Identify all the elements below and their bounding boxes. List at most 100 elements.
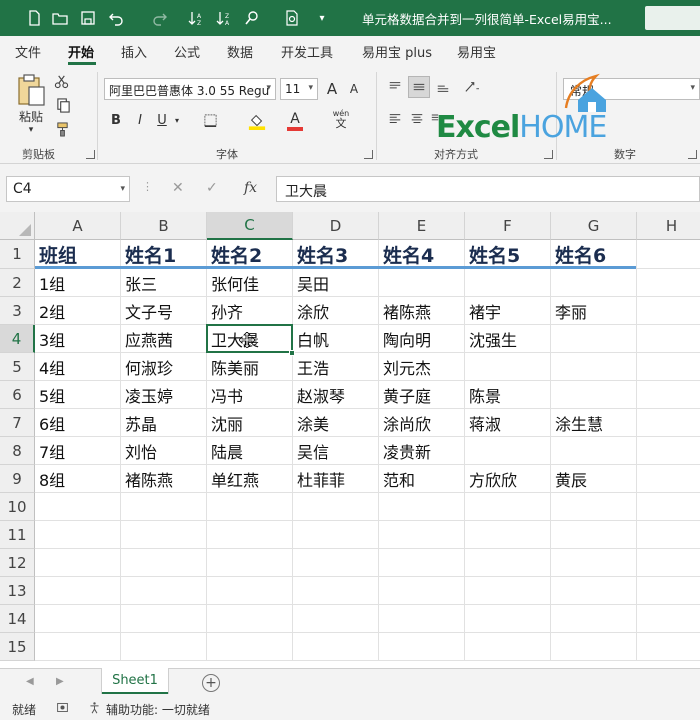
- row-header-4[interactable]: 4: [0, 325, 35, 353]
- cell-a12[interactable]: [35, 549, 121, 577]
- cell-g9[interactable]: 黄辰: [551, 465, 637, 493]
- cell-b1[interactable]: 姓名1: [121, 240, 207, 269]
- column-header-h[interactable]: H: [637, 212, 700, 240]
- copy-icon[interactable]: [52, 96, 74, 114]
- insert-function-icon[interactable]: fx: [244, 180, 257, 196]
- cell-a4[interactable]: 3组: [35, 325, 121, 353]
- paste-dropdown-icon[interactable]: ▾: [24, 124, 38, 136]
- customize-toolbar-icon[interactable]: ▾: [312, 8, 332, 28]
- cell-g10[interactable]: [551, 493, 637, 521]
- cell-g7[interactable]: 涂生慧: [551, 409, 637, 437]
- font-launcher-icon[interactable]: [364, 150, 373, 159]
- cell-d9[interactable]: 杜菲菲: [293, 465, 379, 493]
- find-icon[interactable]: [242, 8, 262, 28]
- tab-easytool[interactable]: 易用宝: [457, 42, 496, 61]
- cancel-icon[interactable]: ✕: [172, 180, 184, 196]
- cell-e9[interactable]: 范和: [379, 465, 465, 493]
- cell-e10[interactable]: [379, 493, 465, 521]
- cell-e8[interactable]: 凌贵新: [379, 437, 465, 465]
- alignment-launcher-icon[interactable]: [544, 150, 553, 159]
- cell-a10[interactable]: [35, 493, 121, 521]
- cell-g5[interactable]: [551, 353, 637, 381]
- cell-e5[interactable]: 刘元杰: [379, 353, 465, 381]
- column-header-e[interactable]: E: [379, 212, 465, 240]
- cell-e13[interactable]: [379, 577, 465, 605]
- cell-a8[interactable]: 7组: [35, 437, 121, 465]
- cell-d10[interactable]: [293, 493, 379, 521]
- cell-c9[interactable]: 单红燕: [207, 465, 293, 493]
- cell-a7[interactable]: 6组: [35, 409, 121, 437]
- cell-a13[interactable]: [35, 577, 121, 605]
- align-top-icon[interactable]: [386, 78, 404, 96]
- cell-b15[interactable]: [121, 633, 207, 661]
- row-header-10[interactable]: 10: [0, 493, 35, 521]
- tab-home[interactable]: 开始: [68, 42, 94, 61]
- cell-c10[interactable]: [207, 493, 293, 521]
- column-header-g[interactable]: G: [551, 212, 637, 240]
- tab-easytool-plus[interactable]: 易用宝 plus: [362, 42, 432, 61]
- next-sheet-icon[interactable]: ▶: [56, 676, 64, 687]
- cell-a14[interactable]: [35, 605, 121, 633]
- cell-a15[interactable]: [35, 633, 121, 661]
- row-header-3[interactable]: 3: [0, 297, 35, 325]
- cell-h15[interactable]: [637, 633, 700, 661]
- select-all-corner[interactable]: [0, 212, 35, 240]
- cell-b2[interactable]: 张三: [121, 269, 207, 297]
- orientation-icon[interactable]: [458, 76, 486, 98]
- italic-button[interactable]: I: [132, 110, 148, 130]
- save-icon[interactable]: [78, 8, 98, 28]
- tab-file[interactable]: 文件: [15, 42, 41, 61]
- column-header-b[interactable]: B: [121, 212, 207, 240]
- enter-icon[interactable]: ✓: [206, 180, 218, 196]
- bold-button[interactable]: B: [108, 110, 124, 130]
- cell-f1[interactable]: 姓名5: [465, 240, 551, 269]
- cell-d8[interactable]: 吴信: [293, 437, 379, 465]
- cell-f3[interactable]: 褚宇: [465, 297, 551, 325]
- borders-icon[interactable]: [198, 110, 222, 130]
- cell-b13[interactable]: [121, 577, 207, 605]
- cell-d12[interactable]: [293, 549, 379, 577]
- cell-d11[interactable]: [293, 521, 379, 549]
- open-folder-icon[interactable]: [50, 8, 70, 28]
- cell-a9[interactable]: 8组: [35, 465, 121, 493]
- cell-b7[interactable]: 苏晶: [121, 409, 207, 437]
- decrease-font-icon[interactable]: A: [344, 78, 364, 100]
- cell-d6[interactable]: 赵淑琴: [293, 381, 379, 409]
- number-launcher-icon[interactable]: [688, 150, 697, 159]
- search-box[interactable]: [645, 6, 700, 30]
- row-header-8[interactable]: 8: [0, 437, 35, 465]
- cell-c8[interactable]: 陆晨: [207, 437, 293, 465]
- cell-c3[interactable]: 孙齐: [207, 297, 293, 325]
- cell-h1[interactable]: [637, 240, 700, 269]
- phonetic-guide-icon[interactable]: wén 文: [330, 106, 352, 132]
- cell-f4[interactable]: 沈强生: [465, 325, 551, 353]
- cell-b3[interactable]: 文子号: [121, 297, 207, 325]
- cell-h6[interactable]: [637, 381, 700, 409]
- cell-b6[interactable]: 凌玉婷: [121, 381, 207, 409]
- cell-h9[interactable]: [637, 465, 700, 493]
- row-header-5[interactable]: 5: [0, 353, 35, 381]
- cell-g14[interactable]: [551, 605, 637, 633]
- align-center-icon[interactable]: [408, 110, 426, 128]
- sort-descending-icon[interactable]: ZA: [214, 8, 234, 28]
- cell-c11[interactable]: [207, 521, 293, 549]
- cell-g8[interactable]: [551, 437, 637, 465]
- cell-b12[interactable]: [121, 549, 207, 577]
- tab-formulas[interactable]: 公式: [174, 42, 200, 61]
- prev-sheet-icon[interactable]: ◀: [26, 676, 34, 687]
- cell-c14[interactable]: [207, 605, 293, 633]
- cell-g15[interactable]: [551, 633, 637, 661]
- cell-f12[interactable]: [465, 549, 551, 577]
- cell-d13[interactable]: [293, 577, 379, 605]
- cell-c15[interactable]: [207, 633, 293, 661]
- underline-dropdown-icon[interactable]: ▾: [172, 110, 182, 130]
- cell-g2[interactable]: [551, 269, 637, 297]
- row-header-9[interactable]: 9: [0, 465, 35, 493]
- underline-button[interactable]: U: [154, 110, 170, 130]
- cell-a11[interactable]: [35, 521, 121, 549]
- macro-record-icon[interactable]: [56, 701, 69, 717]
- cell-h4[interactable]: [637, 325, 700, 353]
- cell-h8[interactable]: [637, 437, 700, 465]
- font-size-select[interactable]: 11 ▾: [280, 78, 318, 100]
- formula-input[interactable]: 卫大晨: [276, 176, 700, 202]
